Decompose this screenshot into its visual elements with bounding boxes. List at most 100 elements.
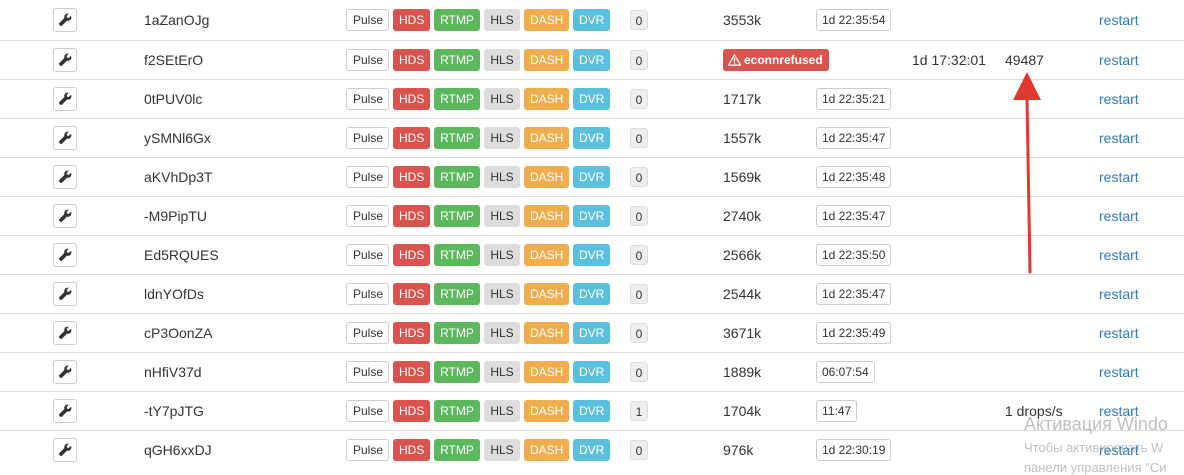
stream-settings-button[interactable] (53, 281, 77, 306)
rtmp-button[interactable]: RTMP (434, 9, 480, 31)
restart-link[interactable]: restart (1099, 52, 1139, 68)
stream-settings-button[interactable] (53, 8, 77, 32)
rtmp-button[interactable]: RTMP (434, 126, 480, 149)
pulse-button[interactable]: Pulse (346, 204, 389, 227)
restart-link[interactable]: restart (1099, 12, 1139, 28)
hls-button[interactable]: HLS (484, 126, 520, 149)
hls-button[interactable]: HLS (484, 204, 520, 227)
dash-button[interactable]: DASH (524, 48, 569, 71)
hds-button[interactable]: HDS (393, 438, 430, 461)
dash-button[interactable]: DASH (524, 282, 569, 305)
stream-settings-button[interactable] (53, 125, 77, 150)
hls-button[interactable]: HLS (484, 282, 520, 305)
stream-settings-button[interactable] (53, 320, 77, 345)
rtmp-button[interactable]: RTMP (434, 321, 480, 344)
dash-button[interactable]: DASH (524, 204, 569, 227)
rtmp-button[interactable]: RTMP (434, 87, 480, 110)
hls-button[interactable]: HLS (484, 321, 520, 344)
dvr-button[interactable]: DVR (573, 399, 610, 422)
hls-button[interactable]: HLS (484, 9, 520, 31)
pulse-button[interactable]: Pulse (346, 360, 389, 383)
dash-button[interactable]: DASH (524, 399, 569, 422)
rtmp-button[interactable]: RTMP (434, 243, 480, 266)
pulse-button[interactable]: Pulse (346, 438, 389, 461)
pulse-button[interactable]: Pulse (346, 321, 389, 344)
hls-button[interactable]: HLS (484, 165, 520, 188)
dvr-button[interactable]: DVR (573, 87, 610, 110)
dvr-button[interactable]: DVR (573, 48, 610, 71)
hds-button[interactable]: HDS (393, 321, 430, 344)
restart-link[interactable]: restart (1099, 130, 1139, 146)
stream-settings-button[interactable] (53, 437, 77, 462)
hls-button[interactable]: HLS (484, 399, 520, 422)
dvr-button[interactable]: DVR (573, 438, 610, 461)
rtmp-button[interactable]: RTMP (434, 438, 480, 461)
hds-button[interactable]: HDS (393, 48, 430, 71)
rtmp-button[interactable]: RTMP (434, 204, 480, 227)
stream-settings-button[interactable] (53, 203, 77, 228)
rtmp-button[interactable]: RTMP (434, 360, 480, 383)
stream-settings-button[interactable] (53, 86, 77, 111)
pulse-button[interactable]: Pulse (346, 126, 389, 149)
hds-button[interactable]: HDS (393, 243, 430, 266)
pulse-button[interactable]: Pulse (346, 87, 389, 110)
hds-button[interactable]: HDS (393, 282, 430, 305)
dash-button[interactable]: DASH (524, 321, 569, 344)
pulse-button[interactable]: Pulse (346, 399, 389, 422)
rtmp-button[interactable]: RTMP (434, 48, 480, 71)
dash-button[interactable]: DASH (524, 126, 569, 149)
rtmp-button[interactable]: RTMP (434, 165, 480, 188)
hds-button[interactable]: HDS (393, 126, 430, 149)
dash-button[interactable]: DASH (524, 360, 569, 383)
client-count-badge: 0 (630, 283, 648, 304)
pulse-button[interactable]: Pulse (346, 243, 389, 266)
hds-button[interactable]: HDS (393, 399, 430, 422)
hls-button[interactable]: HLS (484, 438, 520, 461)
restart-link[interactable]: restart (1099, 286, 1139, 302)
dvr-button[interactable]: DVR (573, 204, 610, 227)
hls-button[interactable]: HLS (484, 360, 520, 383)
pulse-button[interactable]: Pulse (346, 48, 389, 71)
hds-button[interactable]: HDS (393, 9, 430, 31)
restart-link[interactable]: restart (1099, 364, 1139, 380)
rtmp-button[interactable]: RTMP (434, 399, 480, 422)
restart-link[interactable]: restart (1099, 325, 1139, 341)
restart-link[interactable]: restart (1099, 169, 1139, 185)
dash-button[interactable]: DASH (524, 9, 569, 31)
hds-button[interactable]: HDS (393, 165, 430, 188)
rtmp-button[interactable]: RTMP (434, 282, 480, 305)
hls-button[interactable]: HLS (484, 48, 520, 71)
dvr-button[interactable]: DVR (573, 321, 610, 344)
hds-button[interactable]: HDS (393, 204, 430, 227)
dvr-button[interactable]: DVR (573, 9, 610, 31)
dvr-button[interactable]: DVR (573, 165, 610, 188)
stream-settings-button[interactable] (53, 398, 77, 423)
stream-settings-button[interactable] (53, 242, 77, 267)
restart-link[interactable]: restart (1099, 208, 1139, 224)
dash-button[interactable]: DASH (524, 87, 569, 110)
client-count-badge: 0 (630, 322, 648, 343)
dvr-button[interactable]: DVR (573, 282, 610, 305)
pulse-button[interactable]: Pulse (346, 165, 389, 188)
windows-activation-title: Активация Windo (1024, 414, 1168, 434)
pulse-button[interactable]: Pulse (346, 9, 389, 31)
dvr-button[interactable]: DVR (573, 360, 610, 383)
dash-button[interactable]: DASH (524, 165, 569, 188)
hls-button[interactable]: HLS (484, 243, 520, 266)
dash-button[interactable]: DASH (524, 243, 569, 266)
error-code: 49487 (1005, 51, 1044, 68)
restart-link[interactable]: restart (1099, 91, 1139, 107)
pulse-button[interactable]: Pulse (346, 282, 389, 305)
stream-settings-button[interactable] (53, 47, 77, 72)
dash-button[interactable]: DASH (524, 438, 569, 461)
hls-button[interactable]: HLS (484, 87, 520, 110)
dvr-button[interactable]: DVR (573, 126, 610, 149)
stream-settings-button[interactable] (53, 164, 77, 189)
restart-link[interactable]: restart (1099, 247, 1139, 263)
wrench-icon (58, 365, 72, 379)
dvr-button[interactable]: DVR (573, 243, 610, 266)
bitrate: 2740k (723, 207, 762, 224)
hds-button[interactable]: HDS (393, 360, 430, 383)
hds-button[interactable]: HDS (393, 87, 430, 110)
stream-settings-button[interactable] (53, 359, 77, 384)
